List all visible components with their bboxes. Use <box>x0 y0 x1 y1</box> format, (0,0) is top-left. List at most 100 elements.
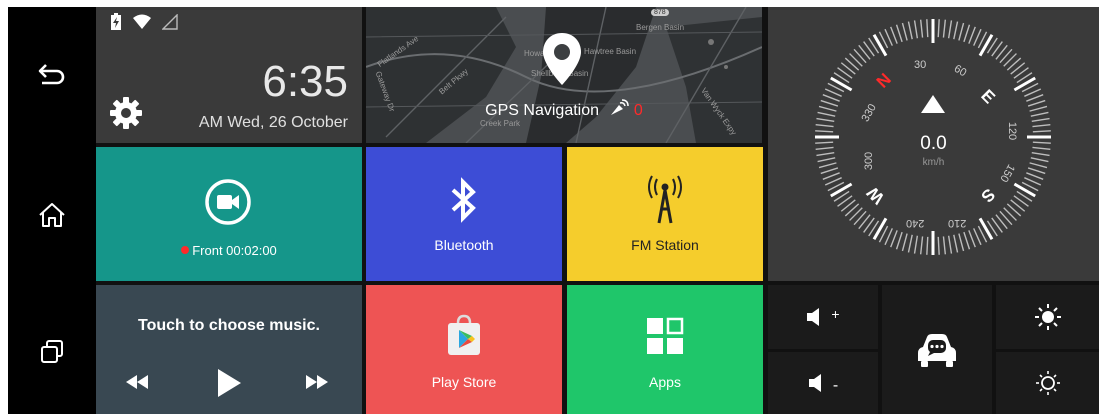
compass-tick <box>1031 117 1050 123</box>
car-chat-button[interactable] <box>882 285 992 414</box>
compass-tick <box>942 19 947 38</box>
recents-button[interactable] <box>8 322 96 382</box>
compass-tick <box>1027 99 1046 107</box>
compass-tick <box>824 88 842 97</box>
compass-tick <box>1024 177 1042 186</box>
compass-tick <box>818 105 837 112</box>
compass-tick <box>830 76 853 92</box>
compass-tick <box>947 20 953 39</box>
recents-icon <box>41 340 63 363</box>
satellite-icon <box>611 99 630 115</box>
volume-down-sign: - <box>832 377 839 394</box>
compass-tick <box>1027 167 1046 175</box>
front-camera-tile[interactable]: Front 00:02:00 <box>96 147 362 281</box>
degree-label: 240 <box>906 217 925 229</box>
compass-tick <box>913 20 919 39</box>
compass-tick <box>820 167 839 175</box>
compass-tick <box>953 21 959 40</box>
compass-tick <box>973 28 982 46</box>
play-store-tile[interactable]: Play Store <box>366 285 562 414</box>
speed-value: 0.0 <box>920 133 947 154</box>
map-label: Creek Park <box>480 119 521 128</box>
volume-up-sign: + <box>831 306 840 322</box>
compass-tick <box>1032 130 1051 133</box>
music-title: Touch to choose music. <box>138 317 320 334</box>
navigation-bar <box>8 7 96 414</box>
home-button[interactable] <box>8 185 96 245</box>
compass-tick <box>822 172 840 180</box>
compass-tick <box>820 99 839 107</box>
clock-date: AM Wed, 26 October <box>198 114 348 131</box>
home-icon <box>39 203 65 227</box>
volume-up-icon <box>807 308 820 326</box>
fast-forward-button[interactable] <box>306 375 328 394</box>
apps-tile[interactable]: Apps <box>567 285 763 414</box>
play-store-label: Play Store <box>431 374 497 390</box>
compass-tick <box>1026 172 1044 180</box>
compass-tick <box>1013 76 1036 92</box>
rewind-icon <box>126 375 148 389</box>
compass-tick <box>822 94 840 102</box>
compass-tick <box>958 22 965 41</box>
compass-tick <box>895 231 903 250</box>
satellite-count: 0 <box>633 102 643 119</box>
clock-tile[interactable]: 6:35 AM Wed, 26 October <box>96 7 362 143</box>
compass-tick <box>884 228 893 246</box>
status-bar <box>110 13 178 31</box>
brightness-down-icon <box>1035 371 1060 395</box>
clock-time: 6:35 <box>262 57 348 106</box>
compass-tick <box>913 235 919 254</box>
volume-up-button[interactable]: + <box>768 285 878 349</box>
compass-tick <box>815 130 834 133</box>
back-button[interactable] <box>8 44 96 104</box>
settings-button[interactable] <box>108 95 144 136</box>
compass-tick <box>884 28 893 46</box>
compass-tick <box>907 234 913 253</box>
compass-tick <box>978 34 994 57</box>
compass-tick <box>978 217 994 240</box>
compass-tick <box>1013 182 1036 198</box>
battery-icon <box>111 13 121 30</box>
compass-tick <box>1030 111 1049 117</box>
compass-tick <box>958 233 965 252</box>
compass-tick <box>890 230 898 248</box>
gps-label: GPS Navigation <box>485 102 600 119</box>
fm-station-tile[interactable]: FM Station <box>567 147 763 281</box>
gps-navigation-tile[interactable]: Flatlands Ave Belt Pkwy Howard Beach She… <box>366 7 762 143</box>
play-button[interactable] <box>216 368 242 403</box>
volume-down-button[interactable]: - <box>768 352 878 414</box>
compass-tick <box>963 24 971 43</box>
fast-forward-icon <box>306 375 328 389</box>
gps-label-row: GPS Navigation 0 <box>366 99 762 120</box>
rewind-button[interactable] <box>126 375 148 394</box>
compass-tick <box>937 19 940 38</box>
compass-tick <box>1032 123 1051 128</box>
brightness-down-button[interactable] <box>996 352 1099 414</box>
map-label: Bergen Basin <box>636 23 685 32</box>
play-icon <box>218 369 241 397</box>
volume-down-icon <box>808 374 821 392</box>
compass-tick <box>942 236 947 255</box>
camera-label: Front 00:02:00 <box>192 243 277 258</box>
bluetooth-label: Bluetooth <box>434 237 494 253</box>
music-tile[interactable]: Touch to choose music. <box>96 285 362 414</box>
recording-dot <box>181 246 190 254</box>
compass-tick <box>1029 105 1048 112</box>
apps-label: Apps <box>649 374 681 390</box>
signal-icon <box>162 14 178 30</box>
back-icon <box>38 64 65 85</box>
bluetooth-tile[interactable]: Bluetooth <box>366 147 562 281</box>
video-camera-icon <box>205 179 251 225</box>
compass-tick <box>968 26 976 44</box>
camera-status-row: Front 00:02:00 <box>96 243 362 258</box>
wifi-icon <box>133 14 151 29</box>
compass-tick <box>973 228 982 246</box>
apps-grid-icon <box>647 317 684 354</box>
compass-tick <box>817 111 836 117</box>
compass-tick <box>919 19 924 38</box>
brightness-up-button[interactable] <box>996 285 1099 349</box>
degree-label: 210 <box>948 217 967 229</box>
compass-tick <box>926 236 929 255</box>
heading-arrow-icon <box>921 95 945 113</box>
compass-tick <box>901 233 908 252</box>
